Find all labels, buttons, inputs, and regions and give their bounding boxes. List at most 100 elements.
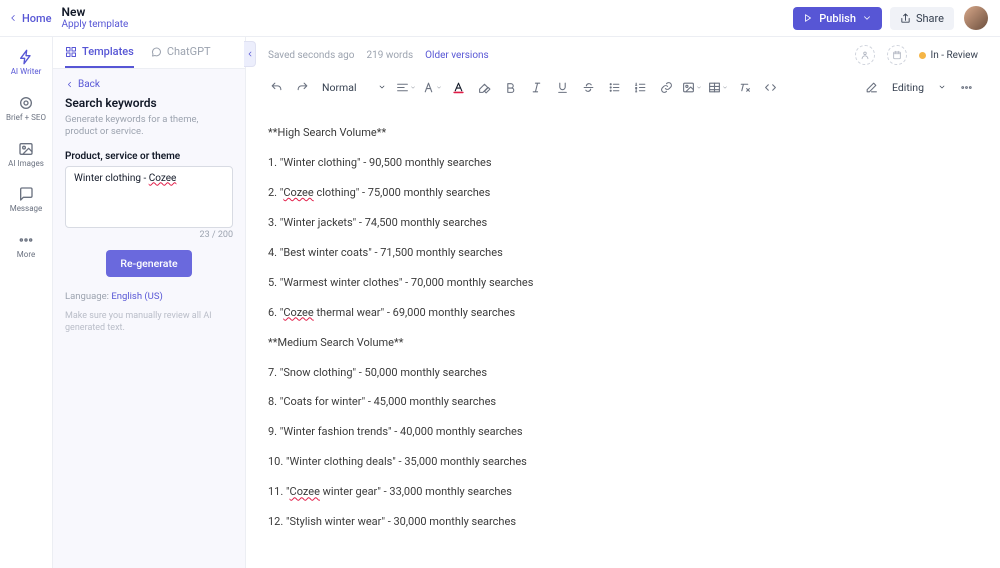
paragraph-style-select[interactable]: Normal: [316, 81, 392, 94]
chevron-down-icon: [378, 83, 386, 91]
char-counter: 23 / 200: [65, 230, 233, 240]
italic-button[interactable]: [524, 75, 548, 99]
bold-button[interactable]: [498, 75, 522, 99]
undo-button[interactable]: [264, 75, 288, 99]
clear-format-icon: [738, 81, 751, 94]
status-pill[interactable]: In - Review: [919, 50, 978, 61]
add-date-button[interactable]: [887, 45, 907, 65]
user-icon: [860, 50, 870, 60]
bullet-list-button[interactable]: [602, 75, 626, 99]
rail-brief-seo[interactable]: Brief + SEO: [0, 93, 52, 125]
share-icon: [900, 13, 911, 24]
doc-line: 6. "Cozee thermal wear" - 69,000 monthly…: [268, 305, 970, 321]
editor-toolbar: Normal Editing: [246, 65, 1000, 109]
chevron-left-icon: [8, 13, 18, 23]
doc-line: 10. "Winter clothing deals" - 35,000 mon…: [268, 454, 970, 470]
align-button[interactable]: [394, 75, 418, 99]
chevron-down-icon: [436, 81, 442, 94]
target-icon: [18, 95, 34, 111]
text-color-button[interactable]: [446, 75, 470, 99]
grid-icon: [65, 46, 77, 58]
text-color-icon: [452, 81, 465, 94]
language-link[interactable]: English (US): [111, 291, 162, 302]
redo-icon: [296, 81, 309, 94]
italic-icon: [530, 81, 543, 94]
bold-icon: [504, 81, 517, 94]
home-link[interactable]: Home: [8, 12, 52, 25]
numbered-list-button[interactable]: [628, 75, 652, 99]
doc-title[interactable]: New: [62, 5, 129, 19]
document-body[interactable]: **High Search Volume** 1. "Winter clothin…: [246, 109, 1000, 568]
mode-select[interactable]: Editing: [886, 81, 952, 94]
tab-label: ChatGPT: [167, 45, 211, 58]
editor-column: Saved seconds ago 219 words Older versio…: [246, 37, 1000, 568]
review-note: Make sure you manually review all AI gen…: [65, 310, 233, 334]
strikethrough-button[interactable]: [576, 75, 600, 99]
home-label: Home: [22, 12, 52, 25]
underline-icon: [556, 81, 569, 94]
apply-template-link[interactable]: Apply template: [62, 19, 129, 31]
tab-templates[interactable]: Templates: [65, 45, 134, 68]
link-button[interactable]: [654, 75, 678, 99]
regenerate-button[interactable]: Re-generate: [106, 250, 191, 277]
doc-line: 8. "Coats for winter" - 45,000 monthly s…: [268, 394, 970, 410]
doc-line: 1. "Winter clothing" - 90,500 monthly se…: [268, 155, 970, 171]
tab-chatgpt[interactable]: ChatGPT: [150, 45, 211, 68]
add-assignee-button[interactable]: [855, 45, 875, 65]
highlight-button[interactable]: [472, 75, 496, 99]
meta-row: Saved seconds ago 219 words Older versio…: [246, 37, 1000, 65]
back-link[interactable]: Back: [53, 69, 245, 96]
main: AI Writer Brief + SEO AI Images Message …: [0, 37, 1000, 568]
avatar[interactable]: [964, 6, 988, 30]
calendar-icon: [892, 50, 902, 60]
redo-button[interactable]: [290, 75, 314, 99]
chevron-down-icon: [696, 81, 702, 94]
underline-button[interactable]: [550, 75, 574, 99]
chevron-down-icon: [938, 83, 946, 91]
rail-ai-writer[interactable]: AI Writer: [0, 47, 52, 79]
doc-line: 9. "Winter fashion trends" - 40,000 mont…: [268, 424, 970, 440]
language-label: Language:: [65, 291, 109, 302]
clear-format-button[interactable]: [732, 75, 756, 99]
rail-label: AI Images: [8, 160, 44, 169]
font-button[interactable]: [420, 75, 444, 99]
rail-label: Brief + SEO: [6, 114, 46, 123]
highlight-icon: [478, 81, 491, 94]
panel-heading: Search keywords: [65, 96, 233, 110]
strikethrough-icon: [582, 81, 595, 94]
style-label: Normal: [322, 81, 357, 94]
rail-message[interactable]: Message: [0, 184, 52, 216]
table-button[interactable]: [706, 75, 730, 99]
doc-line: 4. "Best winter coats" - 71,500 monthly …: [268, 245, 970, 261]
image-button[interactable]: [680, 75, 704, 99]
table-icon: [708, 81, 721, 94]
publish-label: Publish: [819, 12, 856, 25]
chevron-down-icon: [722, 81, 728, 94]
doc-line: **High Search Volume**: [268, 125, 970, 141]
older-versions-link[interactable]: Older versions: [425, 50, 489, 61]
code-icon: [764, 81, 777, 94]
doc-line: 2. "Cozee clothing" - 75,000 monthly sea…: [268, 185, 970, 201]
image-icon: [18, 141, 34, 157]
tab-label: Templates: [82, 45, 134, 58]
bullet-list-icon: [608, 81, 621, 94]
templates-panel: Templates ChatGPT Back Search keywords G…: [53, 37, 246, 568]
pen-icon: [865, 81, 878, 94]
more-button[interactable]: [954, 75, 978, 99]
theme-input[interactable]: Winter clothing - Cozee: [65, 166, 233, 228]
panel-collapse-handle[interactable]: [244, 41, 256, 67]
chevron-left-icon: [65, 80, 74, 89]
code-button[interactable]: [758, 75, 782, 99]
share-button[interactable]: Share: [890, 7, 954, 30]
link-icon: [660, 81, 673, 94]
doc-line: 5. "Warmest winter clothes" - 70,000 mon…: [268, 275, 970, 291]
saved-status: Saved seconds ago: [268, 50, 354, 61]
message-icon: [18, 186, 34, 202]
status-dot-icon: [919, 52, 926, 59]
publish-button[interactable]: Publish: [793, 7, 882, 30]
rail-ai-images[interactable]: AI Images: [0, 139, 52, 171]
rail-more[interactable]: More: [0, 230, 52, 262]
pen-button[interactable]: [860, 75, 884, 99]
lightning-icon: [18, 49, 34, 65]
undo-icon: [270, 81, 283, 94]
